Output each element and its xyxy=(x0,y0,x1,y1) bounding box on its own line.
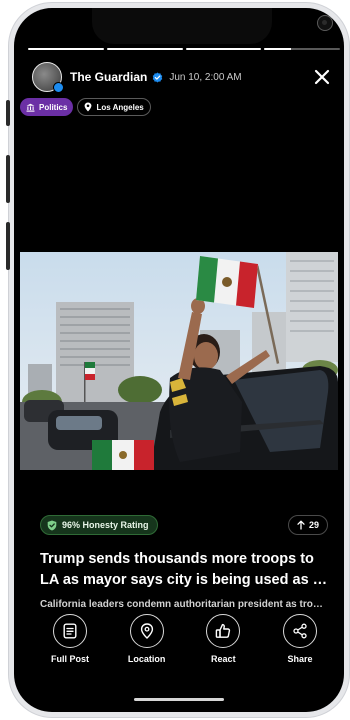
story-subheadline: California leaders condemn authoritarian… xyxy=(40,599,328,610)
location-label: Location xyxy=(127,654,166,664)
progress-fill xyxy=(264,48,291,50)
avatar-badge xyxy=(53,82,64,93)
close-icon xyxy=(314,69,330,85)
arrow-up-icon xyxy=(297,520,305,530)
thumbs-up-icon xyxy=(216,623,231,638)
honesty-rating-label: 96% Honesty Rating xyxy=(62,520,149,530)
share-circle xyxy=(282,614,317,648)
story-tags: Politics Los Angeles xyxy=(20,98,151,116)
volume-down-button xyxy=(6,222,10,270)
building-icon xyxy=(26,103,35,112)
honesty-rating-badge[interactable]: 96% Honesty Rating xyxy=(40,515,158,535)
react-button[interactable]: React xyxy=(193,614,253,674)
progress-fill xyxy=(185,48,262,50)
home-indicator[interactable] xyxy=(134,698,224,701)
location-tag[interactable]: Los Angeles xyxy=(77,98,151,116)
full-post-label: Full Post xyxy=(51,654,89,664)
notch xyxy=(92,8,333,44)
upvote-button[interactable]: 29 xyxy=(287,515,328,535)
action-bar: Full Post Location React Share xyxy=(40,614,330,674)
camera-icon xyxy=(317,15,333,31)
category-tag[interactable]: Politics xyxy=(20,98,74,116)
full-post-button[interactable]: Full Post xyxy=(40,614,100,674)
react-circle xyxy=(206,614,241,648)
location-circle xyxy=(129,614,164,648)
publisher-name[interactable]: The Guardian xyxy=(70,70,147,84)
silent-switch xyxy=(6,100,10,126)
story-header: The Guardian Jun 10, 2:00 AM xyxy=(32,60,332,94)
story-screen: The Guardian Jun 10, 2:00 AM Politics Lo… xyxy=(14,8,344,712)
verified-icon xyxy=(153,71,163,83)
progress-segment xyxy=(106,48,183,50)
progress-fill xyxy=(28,48,104,50)
story-progress xyxy=(28,48,340,51)
volume-up-button xyxy=(6,155,10,203)
document-icon xyxy=(63,623,77,639)
category-tag-label: Politics xyxy=(39,102,68,112)
progress-fill xyxy=(106,48,183,50)
story-headline[interactable]: Trump sends thousands more troops to LA … xyxy=(40,549,330,591)
story-photo[interactable] xyxy=(20,252,338,470)
full-post-circle xyxy=(53,614,87,648)
shield-check-icon xyxy=(47,520,57,530)
progress-segment xyxy=(264,48,340,50)
progress-segment xyxy=(28,48,104,50)
post-timestamp: Jun 10, 2:00 AM xyxy=(169,71,242,83)
share-icon xyxy=(293,623,307,639)
protest-photo xyxy=(20,252,338,470)
react-label: React xyxy=(211,654,236,664)
share-label: Share xyxy=(287,654,313,664)
upvote-count: 29 xyxy=(308,520,319,530)
map-pin-icon xyxy=(85,102,92,112)
map-pin-icon xyxy=(140,623,153,639)
location-tag-label: Los Angeles xyxy=(96,102,144,112)
publisher-avatar[interactable] xyxy=(32,62,64,93)
share-button[interactable]: Share xyxy=(270,614,330,674)
progress-segment xyxy=(185,48,262,50)
location-button[interactable]: Location xyxy=(117,614,177,674)
close-button[interactable] xyxy=(312,67,332,87)
